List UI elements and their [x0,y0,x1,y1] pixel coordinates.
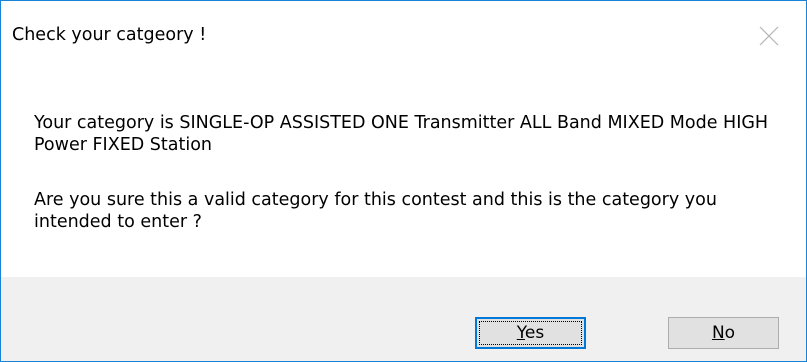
message-dialog: Check your catgeory ! Your category is S… [0,0,807,362]
button-bar: Yes No [1,277,806,361]
message-category: Your category is SINGLE-OP ASSISTED ONE … [34,113,769,155]
title-bar[interactable]: Check your catgeory ! [1,1,806,71]
close-icon [759,26,779,46]
message-question: Are you sure this a valid category for t… [34,190,717,232]
close-button[interactable] [736,1,806,71]
no-button-label: No [711,323,736,343]
dialog-title: Check your catgeory ! [12,25,207,45]
yes-button-label: Yes [516,323,545,343]
yes-button[interactable]: Yes [475,317,586,349]
no-button[interactable]: No [668,317,779,349]
message-area: Your category is SINGLE-OP ASSISTED ONE … [1,71,806,276]
